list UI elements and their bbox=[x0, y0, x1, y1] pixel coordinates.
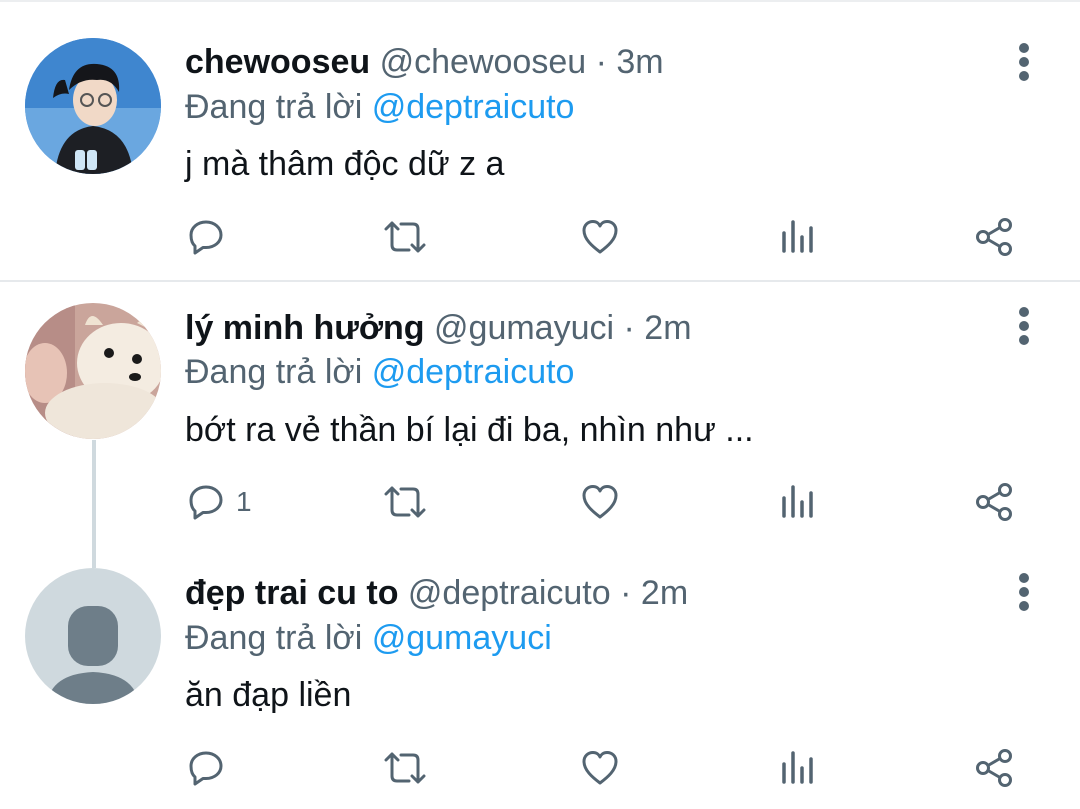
like-button[interactable] bbox=[580, 207, 620, 267]
replying-prefix: Đang trả lời bbox=[185, 88, 363, 126]
analytics-icon bbox=[782, 485, 813, 518]
replying-to-mention[interactable]: @gumayuci bbox=[372, 619, 552, 657]
analytics-icon bbox=[782, 751, 813, 784]
tweet-2[interactable]: lý minh hưởng @gumayuci · 2m Đang trả lờ… bbox=[0, 282, 1080, 554]
reply-button[interactable] bbox=[186, 207, 226, 267]
tweet-text: j mà thâm độc dữ z a bbox=[185, 145, 505, 183]
like-icon bbox=[582, 485, 618, 519]
separator-dot: · bbox=[595, 43, 607, 81]
reply-button[interactable]: 1 bbox=[186, 472, 252, 532]
timestamp[interactable]: 2m bbox=[641, 574, 688, 612]
analytics-icon bbox=[782, 220, 813, 253]
avatar-default-avatar-icon[interactable] bbox=[25, 568, 161, 704]
tweet-text: bớt ra vẻ thần bí lại đi ba, nhìn như ..… bbox=[185, 411, 754, 449]
like-button[interactable] bbox=[580, 738, 620, 798]
replying-to-mention[interactable]: @deptraicuto bbox=[372, 353, 575, 391]
analytics-button[interactable] bbox=[778, 472, 818, 532]
share-icon bbox=[976, 749, 1012, 787]
like-icon bbox=[582, 220, 618, 254]
share-icon bbox=[976, 218, 1012, 256]
share-button[interactable] bbox=[974, 738, 1014, 798]
tweet-3[interactable]: đẹp trai cu to @deptraicuto · 2m Đang tr… bbox=[0, 554, 1080, 809]
more-options-icon[interactable] bbox=[1006, 572, 1042, 616]
replying-prefix: Đang trả lời bbox=[185, 353, 363, 391]
tweet-actions bbox=[0, 207, 1080, 267]
retweet-icon bbox=[384, 752, 426, 784]
share-button[interactable] bbox=[974, 207, 1014, 267]
more-options-icon[interactable] bbox=[1006, 306, 1042, 350]
reply-count: 1 bbox=[236, 486, 252, 517]
user-handle[interactable]: @gumayuci bbox=[434, 309, 614, 347]
retweet-button[interactable] bbox=[382, 738, 428, 798]
reply-icon bbox=[189, 751, 223, 786]
user-handle[interactable]: @deptraicuto bbox=[408, 574, 611, 612]
separator-dot: · bbox=[623, 309, 635, 347]
tweet-header: lý minh hưởng @gumayuci · 2m bbox=[185, 308, 692, 348]
analytics-button[interactable] bbox=[778, 207, 818, 267]
tweet-header: đẹp trai cu to @deptraicuto · 2m bbox=[185, 573, 688, 613]
tweet-text: ăn đạp liền bbox=[185, 676, 352, 714]
display-name[interactable]: lý minh hưởng bbox=[185, 309, 425, 347]
separator-dot: · bbox=[620, 574, 632, 612]
replying-to-line: Đang trả lời @gumayuci bbox=[185, 618, 552, 658]
replying-to-line: Đang trả lời @deptraicuto bbox=[185, 87, 574, 127]
tweet-actions bbox=[0, 738, 1080, 798]
reply-button[interactable] bbox=[186, 738, 226, 798]
more-options-icon[interactable] bbox=[1006, 42, 1042, 86]
reply-icon bbox=[189, 220, 223, 255]
reply-icon bbox=[189, 485, 223, 520]
retweet-icon bbox=[384, 486, 426, 518]
retweet-button[interactable] bbox=[382, 207, 428, 267]
tweet-1[interactable]: chewooseu @chewooseu · 3m Đang trả lời @… bbox=[0, 0, 1080, 280]
replying-to-line: Đang trả lời @deptraicuto bbox=[185, 352, 574, 392]
avatar-photo-dog-icon[interactable] bbox=[25, 303, 161, 439]
user-handle[interactable]: @chewooseu bbox=[380, 43, 587, 81]
tweet-actions: 1 bbox=[0, 472, 1080, 532]
retweet-icon bbox=[384, 221, 426, 253]
share-button[interactable] bbox=[974, 472, 1014, 532]
retweet-button[interactable] bbox=[382, 472, 428, 532]
timestamp[interactable]: 3m bbox=[616, 43, 663, 81]
like-button[interactable] bbox=[580, 472, 620, 532]
avatar-photo-person-icon[interactable] bbox=[25, 38, 161, 174]
share-icon bbox=[976, 483, 1012, 521]
analytics-button[interactable] bbox=[778, 738, 818, 798]
display-name[interactable]: đẹp trai cu to bbox=[185, 574, 398, 612]
replying-to-mention[interactable]: @deptraicuto bbox=[372, 88, 575, 126]
display-name[interactable]: chewooseu bbox=[185, 43, 370, 81]
replying-prefix: Đang trả lời bbox=[185, 619, 363, 657]
tweet-header: chewooseu @chewooseu · 3m bbox=[185, 42, 664, 82]
like-icon bbox=[582, 751, 618, 785]
timestamp[interactable]: 2m bbox=[644, 309, 691, 347]
